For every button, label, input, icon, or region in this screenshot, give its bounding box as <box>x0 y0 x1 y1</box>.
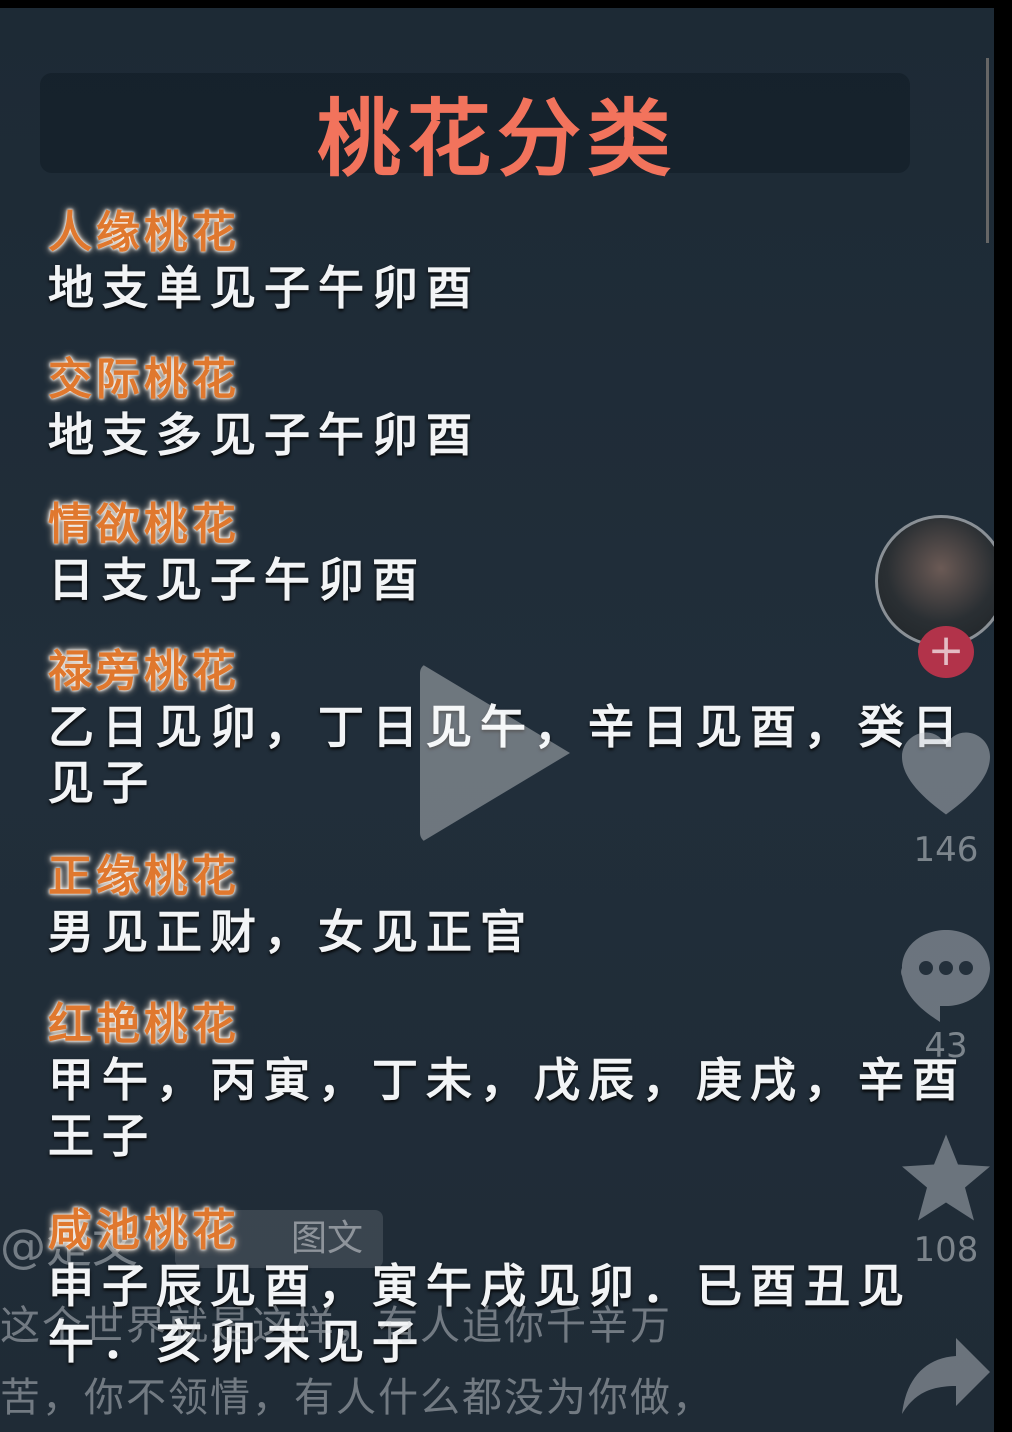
like-icon[interactable] <box>900 728 992 823</box>
comment-icon[interactable] <box>900 928 992 1023</box>
section-heading: 人缘桃花 <box>48 207 240 258</box>
section-renyuan: 人缘桃花 地支单见子午卯酉 <box>48 196 480 316</box>
section-heading: 情欲桃花 <box>48 499 240 550</box>
favorite-star-icon[interactable] <box>900 1130 992 1225</box>
section-line: 地支单见子午卯酉 <box>48 261 480 315</box>
play-icon[interactable] <box>420 663 570 843</box>
caption-line: 这个世界就是这样，有人追你千辛万 <box>0 1303 672 1349</box>
like-count: 146 <box>913 830 979 870</box>
section-line: 男见正财，女见正官 <box>48 905 534 959</box>
caption-line: 苦，你不领情，有人什么都没为你做， <box>0 1375 714 1421</box>
section-jiaoji: 交际桃花 地支多见子午卯酉 <box>48 343 480 463</box>
section-line: 地支多见子午卯酉 <box>48 408 480 462</box>
video-player[interactable]: 桃花分类 人缘桃花 地支单见子午卯酉 交际桃花 地支多见子午卯酉 情欲桃花 日支… <box>0 8 994 1432</box>
share-icon[interactable] <box>900 1336 992 1416</box>
page-title: 桃花分类 <box>316 90 677 188</box>
section-heading: 正缘桃花 <box>48 851 240 902</box>
section-qingyu: 情欲桃花 日支见子午卯酉 <box>48 488 426 608</box>
favorite-count: 108 <box>913 1230 979 1270</box>
section-line: 王子 <box>48 1109 156 1163</box>
scroll-indicator <box>986 58 994 243</box>
status-bar <box>0 0 1012 8</box>
section-heading: 咸池桃花 <box>48 1205 240 1256</box>
follow-button[interactable]: + <box>918 626 974 678</box>
section-hongyan: 红艳桃花 甲午，丙寅，丁未，戊辰，庚戌，辛酉 王子 <box>48 988 966 1164</box>
section-heading: 红艳桃花 <box>48 999 240 1050</box>
section-heading: 交际桃花 <box>48 354 240 405</box>
screen-edge <box>994 0 1012 1432</box>
section-line: 甲午，丙寅，丁未，戊辰，庚戌，辛酉 <box>48 1053 966 1107</box>
comment-count: 43 <box>924 1026 968 1066</box>
section-zhengyuan: 正缘桃花 男见正财，女见正官 <box>48 840 534 960</box>
section-line: 日支见子午卯酉 <box>48 553 426 607</box>
